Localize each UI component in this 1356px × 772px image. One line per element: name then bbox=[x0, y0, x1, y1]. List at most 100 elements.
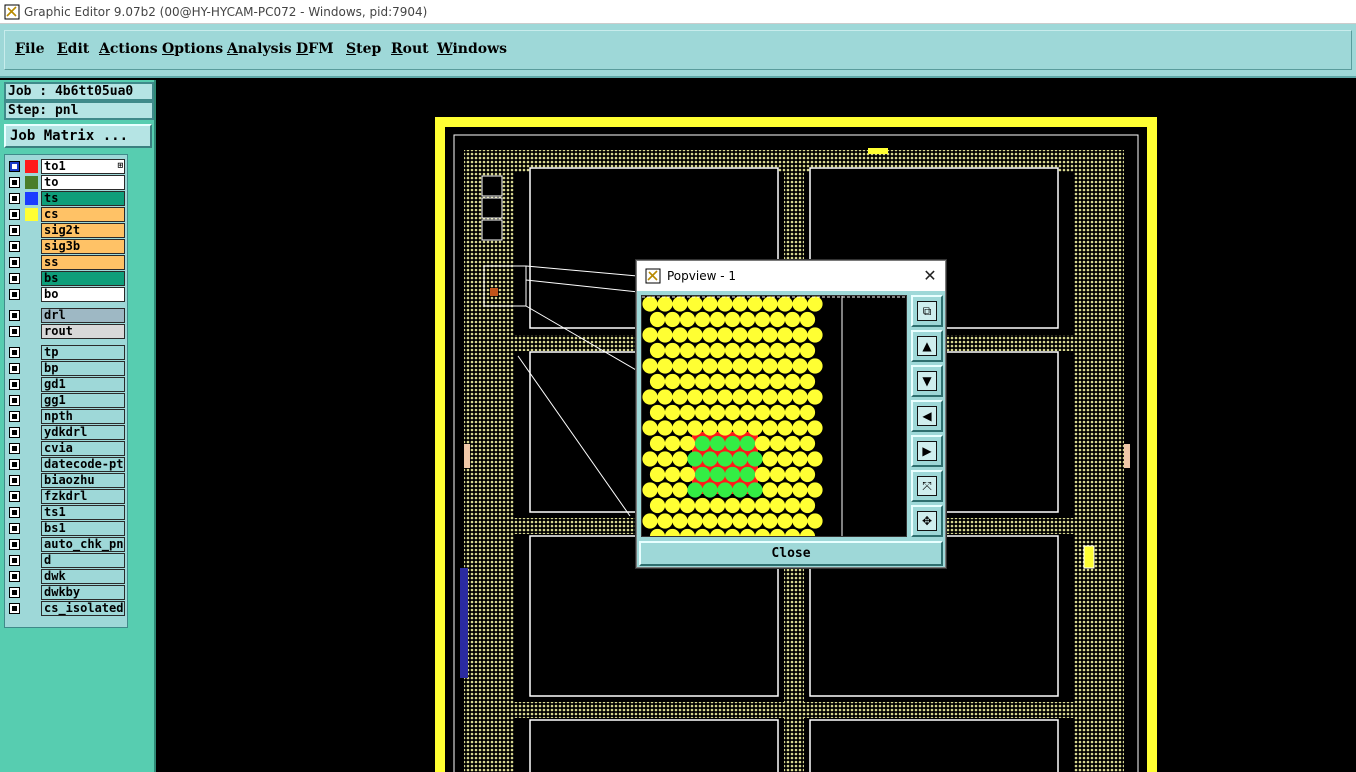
menu-actions[interactable]: Actions bbox=[99, 41, 158, 57]
layer-row-sig2t[interactable]: sig2t bbox=[7, 223, 127, 238]
menu-dfm[interactable]: DFM bbox=[296, 41, 334, 57]
layer-name[interactable]: ydkdrl bbox=[41, 425, 125, 440]
layer-visibility-checkbox[interactable] bbox=[9, 411, 20, 422]
layer-row-dwk[interactable]: dwk bbox=[7, 569, 127, 584]
layer-name[interactable]: gg1 bbox=[41, 393, 125, 408]
layer-name[interactable]: to1 ⊞ bbox=[41, 159, 125, 174]
layer-row-fzkdrl[interactable]: fzkdrl bbox=[7, 489, 127, 504]
popview-titlebar[interactable]: Popview - 1 bbox=[637, 261, 945, 291]
layer-row-rout[interactable]: rout bbox=[7, 324, 127, 339]
layer-name[interactable]: ss bbox=[41, 255, 125, 270]
job-matrix-button[interactable]: Job Matrix ... bbox=[4, 124, 152, 148]
zoom-in-button[interactable]: ⤧ bbox=[911, 470, 943, 502]
layer-visibility-checkbox[interactable] bbox=[9, 587, 20, 598]
layer-name[interactable]: to bbox=[41, 175, 125, 190]
layer-visibility-checkbox[interactable] bbox=[9, 363, 20, 374]
layer-row-ss[interactable]: ss bbox=[7, 255, 127, 270]
layer-visibility-checkbox[interactable] bbox=[9, 161, 20, 172]
layer-row-cvia[interactable]: cvia bbox=[7, 441, 127, 456]
layer-visibility-checkbox[interactable] bbox=[9, 443, 20, 454]
layer-visibility-checkbox[interactable] bbox=[9, 475, 20, 486]
layer-name[interactable]: cvia bbox=[41, 441, 125, 456]
layer-name[interactable]: cs bbox=[41, 207, 125, 222]
layer-name[interactable]: auto_chk_pnl bbox=[41, 537, 125, 552]
layer-visibility-checkbox[interactable] bbox=[9, 539, 20, 550]
layer-visibility-checkbox[interactable] bbox=[9, 491, 20, 502]
menu-rout[interactable]: Rout bbox=[391, 41, 429, 57]
layer-row-bs[interactable]: bs bbox=[7, 271, 127, 286]
layer-row-d[interactable]: d bbox=[7, 553, 127, 568]
layer-name[interactable]: bo bbox=[41, 287, 125, 302]
menu-step[interactable]: Step bbox=[346, 41, 381, 57]
layer-name[interactable]: datecode-pto bbox=[41, 457, 125, 472]
layer-name[interactable]: cs_isolated bbox=[41, 601, 125, 616]
layer-name[interactable]: drl bbox=[41, 308, 125, 323]
layer-name[interactable]: bs1 bbox=[41, 521, 125, 536]
layer-row-bp[interactable]: bp bbox=[7, 361, 127, 376]
layer-row-sig3b[interactable]: sig3b bbox=[7, 239, 127, 254]
layer-visibility-checkbox[interactable] bbox=[9, 347, 20, 358]
layer-row-bs1[interactable]: bs1 bbox=[7, 521, 127, 536]
layer-visibility-checkbox[interactable] bbox=[9, 177, 20, 188]
menu-edit[interactable]: Edit bbox=[57, 41, 89, 57]
layer-visibility-checkbox[interactable] bbox=[9, 225, 20, 236]
layer-name[interactable]: d bbox=[41, 553, 125, 568]
layer-name[interactable]: ts1 bbox=[41, 505, 125, 520]
layer-name[interactable]: bp bbox=[41, 361, 125, 376]
layer-visibility-checkbox[interactable] bbox=[9, 459, 20, 470]
layer-row-ts[interactable]: ts bbox=[7, 191, 127, 206]
layer-visibility-checkbox[interactable] bbox=[9, 273, 20, 284]
layer-name[interactable]: sig2t bbox=[41, 223, 125, 238]
layer-visibility-checkbox[interactable] bbox=[9, 379, 20, 390]
layer-visibility-checkbox[interactable] bbox=[9, 555, 20, 566]
layer-row-cs-isolated[interactable]: cs_isolated bbox=[7, 601, 127, 616]
layer-visibility-checkbox[interactable] bbox=[9, 523, 20, 534]
layer-row-auto-chk-pnl[interactable]: auto_chk_pnl bbox=[7, 537, 127, 552]
close-icon[interactable]: ✕ bbox=[921, 267, 939, 285]
layer-visibility-checkbox[interactable] bbox=[9, 507, 20, 518]
layer-name[interactable]: fzkdrl bbox=[41, 489, 125, 504]
layer-row-ydkdrl[interactable]: ydkdrl bbox=[7, 425, 127, 440]
layer-row-to[interactable]: to bbox=[7, 175, 127, 190]
zoom-fit-button[interactable]: ⧉ bbox=[911, 295, 943, 327]
layer-visibility-checkbox[interactable] bbox=[9, 326, 20, 337]
layer-name[interactable]: dwkby bbox=[41, 585, 125, 600]
layer-row-dwkby[interactable]: dwkby bbox=[7, 585, 127, 600]
layer-visibility-checkbox[interactable] bbox=[9, 395, 20, 406]
menu-file[interactable]: File bbox=[15, 41, 45, 57]
layer-visibility-checkbox[interactable] bbox=[9, 209, 20, 220]
layer-name[interactable]: gd1 bbox=[41, 377, 125, 392]
pan-up-button[interactable]: ▲ bbox=[911, 330, 943, 362]
layer-row-tp[interactable]: tp bbox=[7, 345, 127, 360]
close-button[interactable]: Close bbox=[639, 541, 943, 566]
layer-visibility-checkbox[interactable] bbox=[9, 241, 20, 252]
layer-row-gg1[interactable]: gg1 bbox=[7, 393, 127, 408]
pan-left-button[interactable]: ◀ bbox=[911, 400, 943, 432]
menu-analysis[interactable]: Analysis bbox=[227, 41, 292, 57]
layer-name[interactable]: ts bbox=[41, 191, 125, 206]
layer-visibility-checkbox[interactable] bbox=[9, 289, 20, 300]
layer-visibility-checkbox[interactable] bbox=[9, 571, 20, 582]
layer-row-biaozhu[interactable]: biaozhu bbox=[7, 473, 127, 488]
layer-visibility-checkbox[interactable] bbox=[9, 427, 20, 438]
layer-row-cs[interactable]: cs bbox=[7, 207, 127, 222]
pan-down-button[interactable]: ▼ bbox=[911, 365, 943, 397]
zoom-out-button[interactable]: ✥ bbox=[911, 505, 943, 537]
layer-row-gd1[interactable]: gd1 bbox=[7, 377, 127, 392]
menu-options[interactable]: Options bbox=[162, 41, 223, 57]
layer-visibility-checkbox[interactable] bbox=[9, 603, 20, 614]
layer-visibility-checkbox[interactable] bbox=[9, 310, 20, 321]
layer-row-ts1[interactable]: ts1 bbox=[7, 505, 127, 520]
layer-name[interactable]: bs bbox=[41, 271, 125, 286]
layer-row-to1[interactable]: to1 ⊞ bbox=[7, 159, 127, 174]
layer-name[interactable]: npth bbox=[41, 409, 125, 424]
layer-visibility-checkbox[interactable] bbox=[9, 193, 20, 204]
layer-name[interactable]: dwk bbox=[41, 569, 125, 584]
menu-windows[interactable]: Windows bbox=[437, 41, 507, 57]
layer-row-bo[interactable]: bo bbox=[7, 287, 127, 302]
layer-name[interactable]: sig3b bbox=[41, 239, 125, 254]
layer-name[interactable]: rout bbox=[41, 324, 125, 339]
pan-right-button[interactable]: ▶ bbox=[911, 435, 943, 467]
layer-row-npth[interactable]: npth bbox=[7, 409, 127, 424]
layer-name[interactable]: biaozhu bbox=[41, 473, 125, 488]
